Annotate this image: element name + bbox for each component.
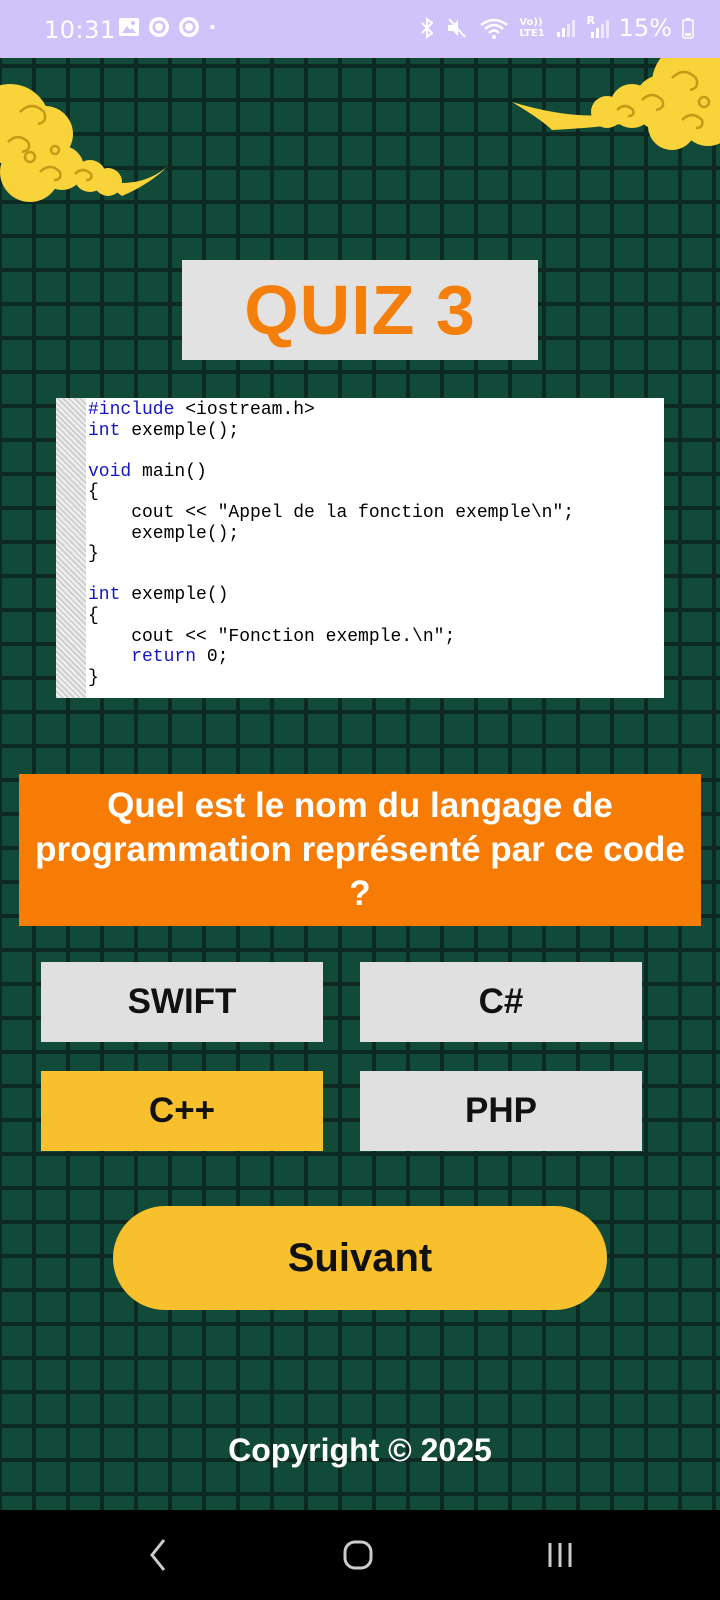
quiz-title: QUIZ 3 bbox=[182, 260, 538, 360]
code-line: { bbox=[88, 482, 574, 503]
nav-home-button[interactable] bbox=[298, 1510, 418, 1600]
code-line: cout << "Fonction exemple.\n"; bbox=[88, 627, 574, 648]
cloud-decoration-right bbox=[512, 58, 720, 150]
code-fragment: { bbox=[88, 482, 99, 503]
code-fragment: 0; bbox=[196, 647, 229, 668]
volte-icon: Vo)) LTE1 bbox=[519, 17, 544, 39]
recents-icon bbox=[548, 1543, 572, 1567]
code-fragment: cout << "Appel de la fonction exemple\n"… bbox=[88, 502, 575, 523]
next-button[interactable]: Suivant bbox=[113, 1206, 607, 1310]
lte-label: LTE1 bbox=[519, 28, 545, 39]
code-line: void main() bbox=[88, 462, 574, 483]
battery-percent: 15% bbox=[618, 14, 672, 42]
back-icon bbox=[150, 1539, 166, 1571]
code-line: return 0; bbox=[88, 647, 574, 668]
quiz-screen: QUIZ 3 #include <iostream.h> int exemple(… bbox=[0, 58, 720, 1510]
code-line: { bbox=[88, 606, 574, 627]
whatsapp-icon bbox=[179, 17, 199, 37]
code-keyword: int bbox=[88, 585, 121, 606]
gallery-icon bbox=[119, 18, 139, 36]
home-icon bbox=[343, 1540, 373, 1570]
bluetooth-icon bbox=[421, 16, 434, 40]
code-keyword: void bbox=[88, 461, 132, 482]
cloud-decoration-left bbox=[0, 84, 168, 202]
code-line: int exemple() bbox=[88, 585, 574, 606]
code-line: int exemple(); bbox=[88, 421, 574, 442]
answer-button-csharp[interactable]: C# bbox=[360, 962, 642, 1042]
signal-icon bbox=[556, 20, 575, 37]
code-gutter bbox=[56, 398, 86, 698]
code-line: cout << "Appel de la fonction exemple\n"… bbox=[88, 503, 574, 524]
code-keyword: #include bbox=[88, 400, 175, 420]
code-fragment: main() bbox=[131, 461, 207, 482]
code-fragment: exemple(); bbox=[88, 523, 240, 544]
code-line: exemple(); bbox=[88, 524, 574, 545]
signal-r-icon: R bbox=[587, 14, 609, 40]
code-line: #include <iostream.h> bbox=[88, 400, 574, 421]
wifi-icon bbox=[480, 18, 509, 39]
notification-icons bbox=[118, 16, 222, 38]
code-fragment: exemple(); bbox=[120, 420, 240, 441]
code-fragment: { bbox=[88, 605, 99, 626]
code-fragment: cout << "Fonction exemple.\n"; bbox=[88, 626, 456, 647]
code-keyword: int bbox=[88, 420, 121, 441]
code-fragment: } bbox=[88, 667, 99, 688]
answer-button-php[interactable]: PHP bbox=[360, 1071, 642, 1151]
system-icons: Vo)) LTE1 R 15% bbox=[419, 14, 694, 42]
battery-icon bbox=[682, 18, 694, 39]
code-line: } bbox=[88, 668, 574, 689]
navigation-bar bbox=[0, 1510, 720, 1600]
code-fragment: exemple() bbox=[120, 585, 229, 606]
nav-back-button[interactable] bbox=[98, 1510, 218, 1600]
code-snippet-image: #include <iostream.h> int exemple(); void … bbox=[56, 398, 664, 698]
dot-icon bbox=[210, 24, 215, 30]
answer-button-swift[interactable]: SWIFT bbox=[41, 962, 323, 1042]
answer-button-cpp[interactable]: C++ bbox=[41, 1071, 323, 1151]
nav-recents-button[interactable] bbox=[500, 1510, 620, 1600]
volte-label: Vo)) bbox=[519, 17, 543, 28]
code-fragment: <iostream.h> bbox=[174, 400, 315, 420]
code-line: } bbox=[88, 544, 574, 565]
code-keyword: return bbox=[88, 647, 197, 668]
whatsapp-icon bbox=[149, 17, 169, 37]
mute-icon bbox=[448, 18, 467, 38]
question-text: Quel est le nom du langage de programmat… bbox=[19, 774, 701, 926]
status-time: 10:31 bbox=[44, 16, 116, 44]
copyright-text: Copyright © 2025 bbox=[228, 1432, 492, 1468]
code-fragment: } bbox=[88, 544, 99, 565]
status-bar: 10:31 Vo)) LTE1 R 15% bbox=[0, 0, 720, 58]
code-text: #include <iostream.h> int exemple(); void … bbox=[88, 400, 574, 688]
